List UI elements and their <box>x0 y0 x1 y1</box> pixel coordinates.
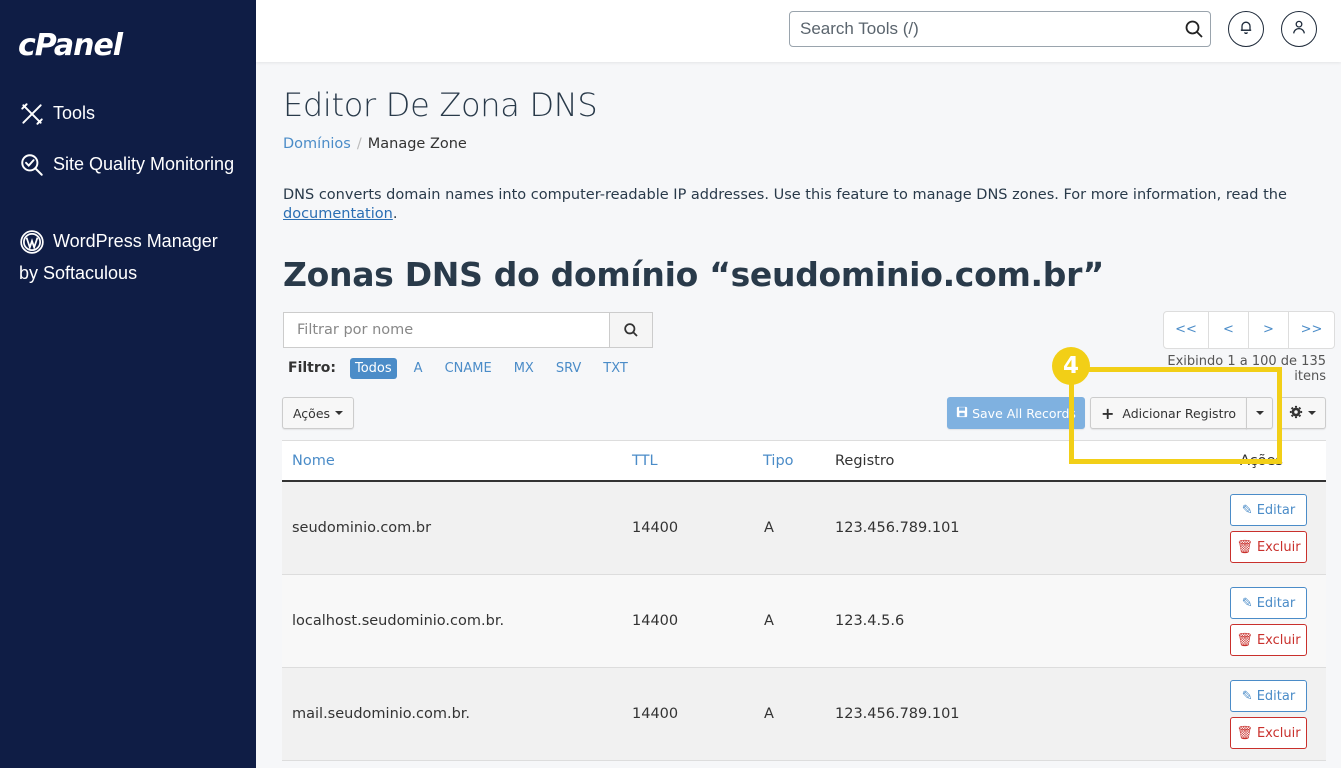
record-value: 123.456.789.101 <box>835 706 960 722</box>
record-type: A <box>764 706 774 722</box>
wordpress-icon <box>19 229 45 255</box>
dns-records-table: Nome TTL Tipo Registro Ações seudominio.… <box>282 440 1326 761</box>
gear-icon <box>1289 405 1303 422</box>
edit-label: Editar <box>1256 688 1296 704</box>
actions-label: Ações <box>292 405 331 421</box>
filter-chip-srv[interactable]: SRV <box>551 358 586 379</box>
pagination: << < > >> <box>1163 311 1335 349</box>
page-description: DNS converts domain names into computer-… <box>283 186 1323 224</box>
top-bar <box>256 0 1341 62</box>
page-title: Editor De Zona DNS <box>283 86 598 124</box>
delete-button[interactable]: 🗑 Excluir <box>1230 717 1307 749</box>
type-filter: Filtro: Todos A CNAME MX SRV TXT <box>288 356 645 380</box>
edit-label: Editar <box>1256 502 1296 518</box>
main-content: Editor De Zona DNS Domínios / Manage Zone … <box>256 62 1341 768</box>
delete-label: Excluir <box>1256 725 1301 741</box>
documentation-link[interactable]: documentation <box>283 206 393 222</box>
record-name: mail.seudominio.com.br. <box>292 706 471 722</box>
pencil-icon: ✎ <box>1241 595 1253 611</box>
filter-chip-txt[interactable]: TXT <box>598 358 633 379</box>
search-icon[interactable] <box>1184 19 1204 39</box>
filter-label: Filtro: <box>288 360 336 376</box>
sidebar-item-site-quality[interactable]: Site Quality Monitoring <box>19 148 239 180</box>
chevron-down-icon <box>1308 411 1316 415</box>
edit-button[interactable]: ✎ Editar <box>1230 587 1307 619</box>
actions-dropdown-button[interactable]: Ações <box>282 397 354 429</box>
breadcrumb-separator: / <box>356 136 362 152</box>
record-name: localhost.seudominio.com.br. <box>292 613 505 629</box>
edit-label: Editar <box>1256 595 1296 611</box>
search-input[interactable] <box>790 12 1170 46</box>
column-header-record: Registro <box>835 453 895 469</box>
user-menu-button[interactable] <box>1281 11 1317 47</box>
filter-chip-mx[interactable]: MX <box>509 358 539 379</box>
filter-input[interactable] <box>284 313 610 347</box>
sidebar-item-tools[interactable]: Tools <box>19 97 239 129</box>
description-end: . <box>392 206 398 222</box>
column-header-type[interactable]: Tipo <box>763 453 794 469</box>
pencil-icon: ✎ <box>1241 688 1253 704</box>
record-ttl: 14400 <box>632 706 679 722</box>
edit-button[interactable]: ✎ Editar <box>1230 680 1307 712</box>
filter-box <box>283 312 653 348</box>
sidebar-item-label: WordPress Manager by Softaculous <box>19 231 218 283</box>
search-box <box>789 11 1211 47</box>
edit-button[interactable]: ✎ Editar <box>1230 494 1307 526</box>
filter-chip-all[interactable]: Todos <box>349 357 397 379</box>
column-header-ttl[interactable]: TTL <box>632 453 658 469</box>
save-all-records-button[interactable]: Save All Records <box>947 397 1085 429</box>
search-icon <box>624 323 638 337</box>
bell-icon <box>1238 19 1254 40</box>
last-page-button[interactable]: >> <box>1289 312 1334 348</box>
record-value: 123.4.5.6 <box>835 613 905 629</box>
sidebar-item-label: Tools <box>53 103 96 123</box>
table-row: mail.seudominio.com.br. 14400 A 123.456.… <box>282 668 1326 761</box>
prev-page-button[interactable]: < <box>1209 312 1249 348</box>
first-page-button[interactable]: << <box>1164 312 1209 348</box>
delete-button[interactable]: 🗑 Excluir <box>1230 624 1307 656</box>
breadcrumb-link-domains[interactable]: Domínios <box>283 136 351 152</box>
trash-icon: 🗑 <box>1236 632 1253 648</box>
record-value: 123.456.789.101 <box>835 520 960 536</box>
record-ttl: 14400 <box>632 520 679 536</box>
record-type: A <box>764 520 774 536</box>
delete-label: Excluir <box>1256 632 1301 648</box>
chevron-down-icon <box>335 411 344 415</box>
record-ttl: 14400 <box>632 613 679 629</box>
column-header-name[interactable]: Nome <box>292 453 335 469</box>
filter-chip-cname[interactable]: CNAME <box>440 358 497 379</box>
save-icon <box>956 406 968 421</box>
sidebar: cPanel Tools Site Quality Monitoring Wor… <box>0 0 256 768</box>
record-type: A <box>764 613 774 629</box>
breadcrumb: Domínios / Manage Zone <box>283 136 467 152</box>
cpanel-logo[interactable]: cPanel <box>18 28 123 63</box>
step-highlight-box <box>1069 367 1282 464</box>
trash-icon: 🗑 <box>1236 725 1253 741</box>
save-label: Save All Records <box>972 405 1076 421</box>
delete-button[interactable]: 🗑 Excluir <box>1230 531 1307 563</box>
delete-label: Excluir <box>1256 539 1301 555</box>
trash-icon: 🗑 <box>1236 539 1253 555</box>
settings-dropdown-button[interactable] <box>1279 397 1326 429</box>
step-number-badge: 4 <box>1052 347 1090 385</box>
zones-title: Zonas DNS do domínio “seudominio.com.br” <box>283 255 1105 294</box>
notifications-button[interactable] <box>1228 11 1264 47</box>
filter-chip-a[interactable]: A <box>409 358 428 379</box>
breadcrumb-current: Manage Zone <box>367 136 467 152</box>
sidebar-item-label: Site Quality Monitoring <box>53 154 235 174</box>
table-row: localhost.seudominio.com.br. 14400 A 123… <box>282 575 1326 668</box>
pencil-icon: ✎ <box>1241 502 1253 518</box>
sidebar-item-wordpress[interactable]: WordPress Manager by Softaculous <box>19 225 239 289</box>
site-quality-icon <box>19 152 45 178</box>
tools-icon <box>19 101 45 127</box>
table-row: seudominio.com.br 14400 A 123.456.789.10… <box>282 482 1326 575</box>
user-icon <box>1291 19 1307 40</box>
next-page-button[interactable]: > <box>1249 312 1289 348</box>
description-text: DNS converts domain names into computer-… <box>283 187 1287 203</box>
filter-search-button[interactable] <box>609 313 652 347</box>
record-name: seudominio.com.br <box>292 520 432 536</box>
